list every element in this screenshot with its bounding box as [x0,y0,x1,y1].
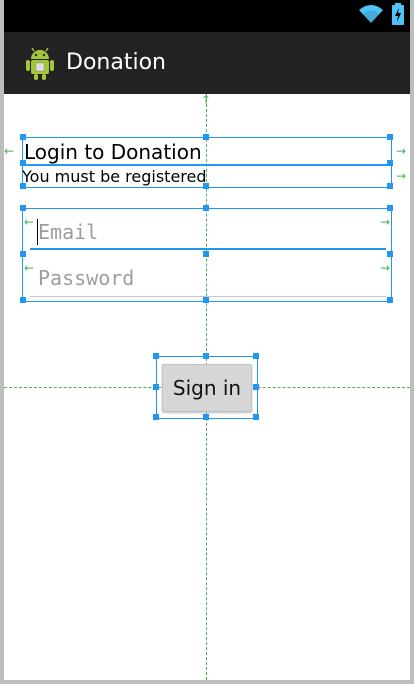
selection-handle [203,251,209,257]
selection-handle [387,134,393,140]
action-bar: Donation [4,32,410,94]
selection-handle [387,205,393,211]
selection-handle [387,251,393,257]
selection-handle [153,384,159,390]
selection-handle [203,205,209,211]
text-cursor [37,219,38,245]
selection-handle [253,384,259,390]
selection-handle [203,414,209,420]
frame-bottom-edge [0,680,414,684]
wifi-icon [358,4,384,28]
selection-handle [253,414,259,420]
email-field-underline [30,248,386,250]
selection-handle [253,353,259,359]
selection-handle [387,297,393,303]
login-subtitle: You must be registered [22,167,207,186]
selection-handle [20,297,26,303]
password-field-underline [30,296,386,297]
left-arrow-icon: ← [4,144,15,158]
login-title: Login to Donation [24,140,202,164]
right-arrow-icon: → [396,144,407,158]
password-field[interactable] [30,260,394,296]
selection-handle [387,183,393,189]
email-field[interactable] [30,214,394,250]
selection-handle [20,205,26,211]
selection-handle [153,414,159,420]
status-icons [358,3,404,29]
selection-handle [153,353,159,359]
selection-handle [203,353,209,359]
android-robot-icon [22,45,58,81]
selection-handle [203,134,209,140]
selection-handle [203,297,209,303]
right-arrow-icon: → [396,169,407,183]
signin-button[interactable]: Sign in [162,364,252,412]
frame-right-edge [410,0,414,684]
app-title: Donation [66,50,166,75]
up-arrow-icon: ↑ [201,93,212,107]
battery-charging-icon [392,3,404,29]
status-bar [4,0,410,32]
selection-handle [387,160,393,166]
selection-handle [20,251,26,257]
